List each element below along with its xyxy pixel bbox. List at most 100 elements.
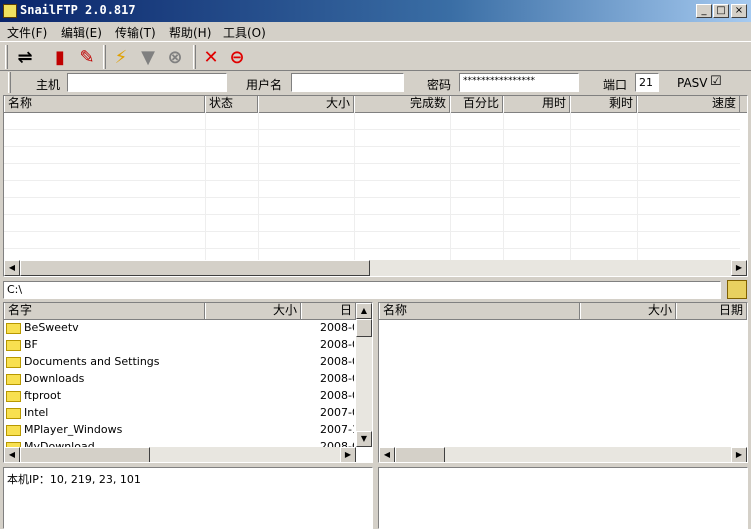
col-completed[interactable]: 完成数 [354, 96, 450, 112]
file-date: 2008-05 [320, 372, 354, 385]
user-input[interactable] [291, 73, 404, 92]
menu-bar: 文件(F) 编辑(E) 传输(T) 帮助(H) 工具(O) [0, 22, 751, 41]
scroll-left-button[interactable]: ◀ [4, 260, 20, 276]
log-text: 本机IP：10, 219, 23, 101 [7, 473, 141, 486]
scroll-right-button[interactable]: ▶ [731, 260, 747, 276]
maximize-button[interactable]: □ [713, 4, 729, 18]
file-name: Documents and Settings [24, 355, 160, 368]
remote-log-pane[interactable] [378, 467, 748, 529]
connection-grip[interactable] [8, 72, 11, 93]
remote-col-date[interactable]: 日期 [676, 303, 747, 319]
edit-site-icon[interactable]: ✎ [76, 46, 98, 68]
list-item[interactable]: ftproot 2008-05 [4, 388, 354, 405]
list-item[interactable]: MyDownload 2008-0 [4, 439, 354, 447]
col-speed[interactable]: 速度 [637, 96, 740, 112]
connect-icon[interactable]: ⇌ [14, 46, 36, 68]
local-hscroll[interactable]: ◀ ▶ [4, 447, 356, 462]
log-pane[interactable]: 本机IP：10, 219, 23, 101 [3, 467, 373, 529]
host-input[interactable] [67, 73, 227, 92]
scroll-thumb[interactable] [356, 319, 372, 337]
local-col-size[interactable]: 大小 [205, 303, 301, 319]
remote-col-name[interactable]: 名称 [379, 303, 580, 319]
file-name: Downloads [24, 372, 85, 385]
file-date: 2008-02 [320, 321, 354, 334]
transfer-hscroll[interactable]: ◀ ▶ [4, 260, 747, 276]
window-title: SnailFTP 2.0.817 [20, 3, 136, 17]
file-name: MyDownload [24, 440, 95, 447]
list-item[interactable]: Downloads 2008-05 [4, 371, 354, 388]
col-status[interactable]: 状态 [205, 96, 258, 112]
col-elapsed[interactable]: 用时 [503, 96, 570, 112]
scroll-thumb[interactable] [20, 260, 370, 276]
port-label: 端口 [603, 78, 628, 92]
local-file-list[interactable]: 名字 大小 日 BeSweetv 2008-02 BF 2008-04 Document… [3, 302, 373, 463]
file-date: 2008-05 [320, 355, 354, 368]
col-size[interactable]: 大小 [258, 96, 354, 112]
delete-icon[interactable]: ✕ [200, 46, 222, 68]
folder-icon [6, 408, 21, 419]
file-name: MPlayer_Windows [24, 423, 123, 436]
title-bar[interactable]: SnailFTP 2.0.817 _ □ × [0, 0, 751, 22]
file-date: 2007-09 [320, 406, 354, 419]
pasv-checkbox[interactable]: ☑ [710, 74, 722, 89]
cancel-circle-icon[interactable]: ⊗ [164, 46, 186, 68]
host-label: 主机 [36, 78, 61, 92]
folder-icon [6, 391, 21, 402]
user-label: 用户名 [246, 78, 283, 92]
book-icon[interactable]: ▮ [49, 46, 71, 68]
scroll-left-button[interactable]: ◀ [4, 447, 20, 462]
app-icon [3, 4, 17, 18]
local-col-date[interactable]: 日 [301, 303, 356, 319]
file-name: BF [24, 338, 38, 351]
menu-file[interactable]: 文件(F) [7, 24, 47, 41]
password-input[interactable]: **************** [459, 73, 579, 92]
local-col-name[interactable]: 名字 [4, 303, 205, 319]
remote-hscroll[interactable]: ◀ ▶ [379, 447, 747, 462]
local-path-input[interactable]: C:\ [3, 281, 721, 299]
scroll-left-button[interactable]: ◀ [379, 447, 395, 462]
scroll-up-button[interactable]: ▲ [356, 303, 372, 319]
scroll-right-button[interactable]: ▶ [731, 447, 747, 462]
toolbar-separator [103, 45, 106, 69]
close-button[interactable]: × [731, 4, 747, 18]
transfer-queue[interactable]: 名称 状态 大小 完成数 百分比 用时 剩时 速度 ◀ ▶ [3, 95, 748, 277]
scroll-down-button[interactable]: ▼ [356, 431, 372, 447]
menu-help[interactable]: 帮助(H) [169, 24, 211, 41]
toolbar-grip[interactable] [5, 45, 8, 69]
col-remaining[interactable]: 剩时 [570, 96, 637, 112]
stop-icon[interactable]: ⊖ [226, 46, 248, 68]
connection-bar: 主机 用户名 密码 **************** 端口 21 PASV ☑ [0, 71, 751, 95]
queue-icon[interactable]: ▼ [137, 46, 159, 68]
file-date: 2008-0 [320, 440, 354, 447]
minimize-button[interactable]: _ [696, 4, 712, 18]
col-name[interactable]: 名称 [4, 96, 205, 112]
open-folder-icon[interactable] [727, 280, 747, 299]
remote-col-size[interactable]: 大小 [580, 303, 676, 319]
list-item[interactable]: BF 2008-04 [4, 337, 354, 354]
scroll-thumb[interactable] [20, 447, 150, 462]
transfer-header: 名称 状态 大小 完成数 百分比 用时 剩时 速度 [4, 96, 747, 113]
file-date: 2007-12 [320, 423, 354, 436]
scroll-thumb[interactable] [395, 447, 445, 462]
local-files-body: BeSweetv 2008-02 BF 2008-04 Documents and Se… [4, 320, 356, 447]
folder-icon [6, 357, 21, 368]
scroll-right-button[interactable]: ▶ [340, 447, 356, 462]
file-date: 2008-04 [320, 338, 354, 351]
remote-file-list[interactable]: 名称 大小 日期 ◀ ▶ [378, 302, 748, 463]
list-item[interactable]: Documents and Settings 2008-05 [4, 354, 354, 371]
file-name: ftproot [24, 389, 62, 402]
list-item[interactable]: BeSweetv 2008-02 [4, 320, 354, 337]
list-item[interactable]: Intel 2007-09 [4, 405, 354, 422]
toolbar: ⇌ ▮ ✎ ⚡ ▼ ⊗ ✕ ⊖ [0, 41, 751, 71]
lightning-icon[interactable]: ⚡ [110, 46, 132, 68]
menu-transfer[interactable]: 传输(T) [115, 24, 156, 41]
file-name: Intel [24, 406, 49, 419]
file-date: 2008-05 [320, 389, 354, 402]
menu-tools[interactable]: 工具(O) [223, 24, 266, 41]
folder-icon [6, 323, 21, 334]
menu-edit[interactable]: 编辑(E) [61, 24, 102, 41]
port-input[interactable]: 21 [635, 73, 659, 92]
list-item[interactable]: MPlayer_Windows 2007-12 [4, 422, 354, 439]
local-vscroll[interactable]: ▲ ▼ [356, 303, 372, 447]
col-percent[interactable]: 百分比 [450, 96, 503, 112]
